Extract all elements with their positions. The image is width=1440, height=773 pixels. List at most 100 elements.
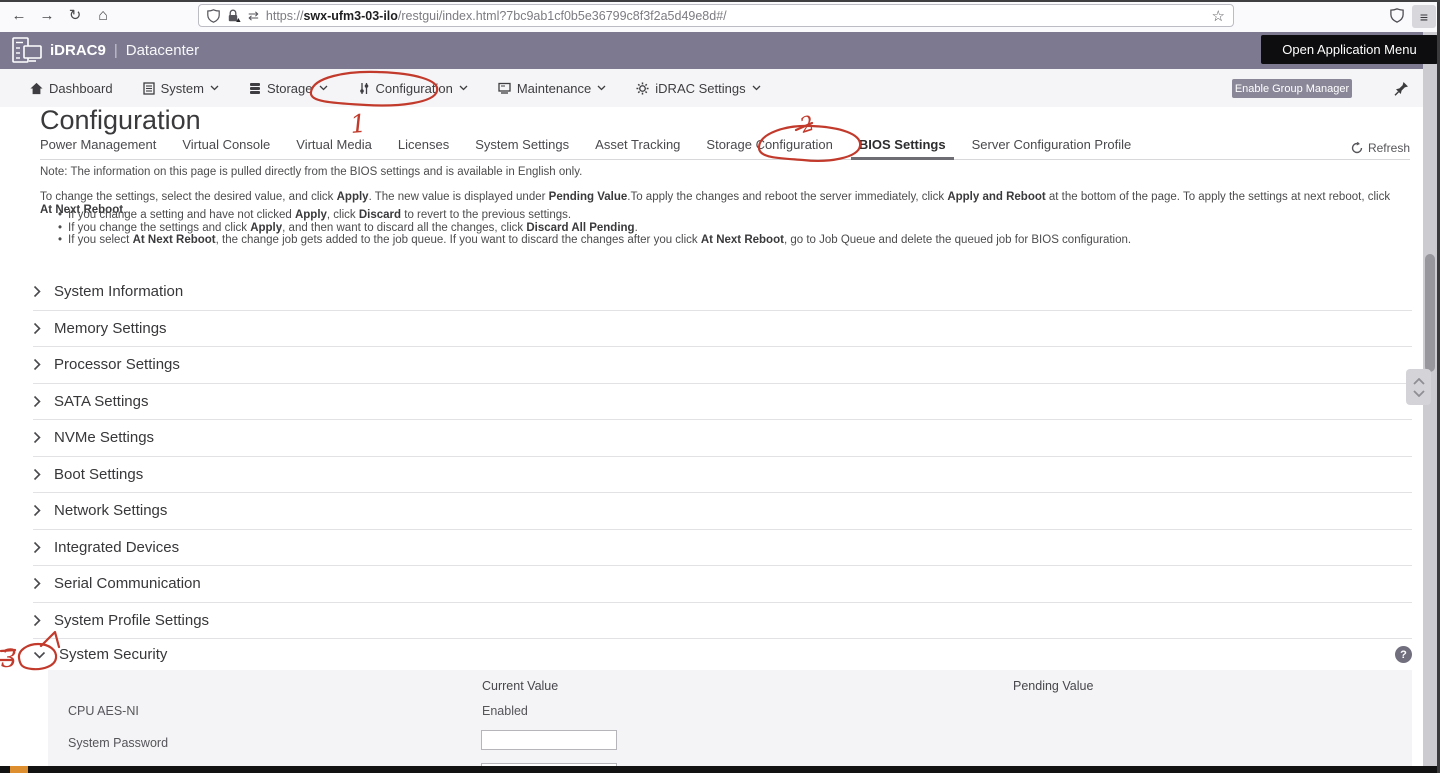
bullet-item: If you select At Next Reboot, the change… [58,234,1400,247]
section-label: System Information [54,283,183,300]
menu-item-configuration[interactable]: Configuration [358,81,468,96]
app-brand: iDRAC9 | Datacenter [50,32,199,69]
chevron-down-icon [459,85,468,91]
section-row-processor-settings[interactable]: Processor Settings [33,347,1412,384]
chevron-up-icon[interactable] [1413,378,1425,385]
menu-item-idrac-settings[interactable]: iDRAC Settings [636,81,760,96]
section-label: Boot Settings [54,466,143,483]
bottom-edge-bar [0,766,1440,773]
system-icon [143,82,155,95]
app-header: iDRAC9 | Datacenter [0,32,1440,69]
url-bar[interactable]: ⇄ https://swx-ufm3-03-ilo/restgui/index.… [198,4,1234,27]
section-row-serial-communication[interactable]: Serial Communication [33,566,1412,603]
lock-warning-icon[interactable] [227,9,241,23]
chevron-right-icon [33,395,41,408]
refresh-icon [1351,142,1363,154]
bios-sections-accordion: System Information Memory Settings Proce… [33,274,1412,670]
https-switch-icon[interactable]: ⇄ [248,8,259,24]
setting-label-system-password: System Password [68,736,168,750]
section-label: System Security [59,646,167,663]
help-icon[interactable]: ? [1395,646,1412,663]
column-header-pending-value: Pending Value [1013,679,1093,693]
bullet-item: If you change the settings and click App… [58,222,1400,235]
chevron-right-icon [33,541,41,554]
tab-server-configuration-profile[interactable]: Server Configuration Profile [972,137,1132,159]
menu-item-maintenance[interactable]: Maintenance [498,81,606,96]
chevron-right-icon [33,577,41,590]
section-row-nvme-settings[interactable]: NVMe Settings [33,420,1412,457]
scroll-jump-widget[interactable] [1406,369,1431,405]
tab-power-management[interactable]: Power Management [40,137,156,159]
url-text: https://swx-ufm3-03-ilo/restgui/index.ht… [266,9,1205,23]
tab-system-settings[interactable]: System Settings [475,137,569,159]
annotation-digit-3: 3 [1,644,17,673]
section-row-system-information[interactable]: System Information [33,274,1412,311]
system-security-panel: Current Value Pending Value CPU AES-NI E… [48,670,1412,773]
scrollbar-thumb[interactable] [1425,254,1435,372]
menu-label: Configuration [376,81,453,96]
chevron-right-icon [33,358,41,371]
pin-icon[interactable] [1394,81,1409,101]
tab-asset-tracking[interactable]: Asset Tracking [595,137,680,159]
menu-label: iDRAC Settings [655,81,745,96]
maintenance-icon [498,82,511,94]
chevron-right-icon [33,614,41,627]
sliders-icon [358,82,370,95]
tab-virtual-console[interactable]: Virtual Console [182,137,270,159]
system-password-input[interactable] [481,730,617,750]
brand-name: iDRAC9 [50,42,106,59]
brand-edition: Datacenter [126,42,199,59]
chevron-right-icon [33,468,41,481]
protections-shield-icon[interactable] [1390,8,1404,28]
section-label: Network Settings [54,502,167,519]
section-label: NVMe Settings [54,429,154,446]
tab-bios-settings[interactable]: BIOS Settings [859,137,946,159]
enable-group-manager-button[interactable]: Enable Group Manager [1232,79,1352,98]
section-row-system-security[interactable]: System Security ? [33,639,1412,670]
tab-licenses[interactable]: Licenses [398,137,449,159]
application-menu-tooltip: Open Application Menu [1261,35,1438,64]
annotation-tail-2 [796,123,812,130]
menu-label: Storage [267,81,313,96]
section-row-boot-settings[interactable]: Boot Settings [33,457,1412,494]
refresh-button[interactable]: Refresh [1351,141,1410,155]
chevron-down-icon [210,85,219,91]
section-row-memory-settings[interactable]: Memory Settings [33,311,1412,348]
chevron-down-icon [597,85,606,91]
reload-icon[interactable]: ↻ [64,5,86,27]
section-row-integrated-devices[interactable]: Integrated Devices [33,530,1412,567]
shield-permissions-icon[interactable] [207,9,220,23]
chevron-down-icon [752,85,761,91]
chevron-right-icon [33,504,41,517]
section-row-system-profile-settings[interactable]: System Profile Settings [33,603,1412,640]
application-menu-button[interactable]: ≡ [1412,5,1436,28]
menu-label: Maintenance [517,81,591,96]
screen: ← → ↻ ⌂ ⇄ https://swx-ufm3-03-ilo/restgu… [0,0,1440,773]
back-icon[interactable]: ← [8,5,30,27]
setting-value-cpu-aes-ni: Enabled [482,704,528,718]
instructions-bullets: If you change a setting and have not cli… [58,209,1400,247]
chevron-right-icon [33,285,41,298]
page-note: Note: The information on this page is pu… [40,166,582,178]
tab-virtual-media[interactable]: Virtual Media [296,137,372,159]
menu-item-dashboard[interactable]: Dashboard [30,81,113,96]
storage-icon [249,82,261,95]
brand-divider: | [114,42,118,59]
home-icon [30,82,43,95]
section-row-sata-settings[interactable]: SATA Settings [33,384,1412,421]
section-label: Integrated Devices [54,539,179,556]
tab-storage-configuration[interactable]: Storage Configuration [706,137,832,159]
bullet-item: If you change a setting and have not cli… [58,209,1400,222]
tab-bar: Power Management Virtual Console Virtual… [40,136,1410,160]
section-label: System Profile Settings [54,612,209,629]
section-row-network-settings[interactable]: Network Settings [33,493,1412,530]
menu-item-system[interactable]: System [143,81,219,96]
menu-item-storage[interactable]: Storage [249,81,328,96]
home-icon[interactable]: ⌂ [92,5,114,27]
annotation-digit-1: 1 [349,109,367,139]
forward-icon[interactable]: → [36,5,58,27]
menu-label: Dashboard [49,81,113,96]
bookmark-star-icon[interactable]: ☆ [1212,7,1225,25]
chevron-down-icon[interactable] [1413,390,1425,397]
section-label: Processor Settings [54,356,180,373]
